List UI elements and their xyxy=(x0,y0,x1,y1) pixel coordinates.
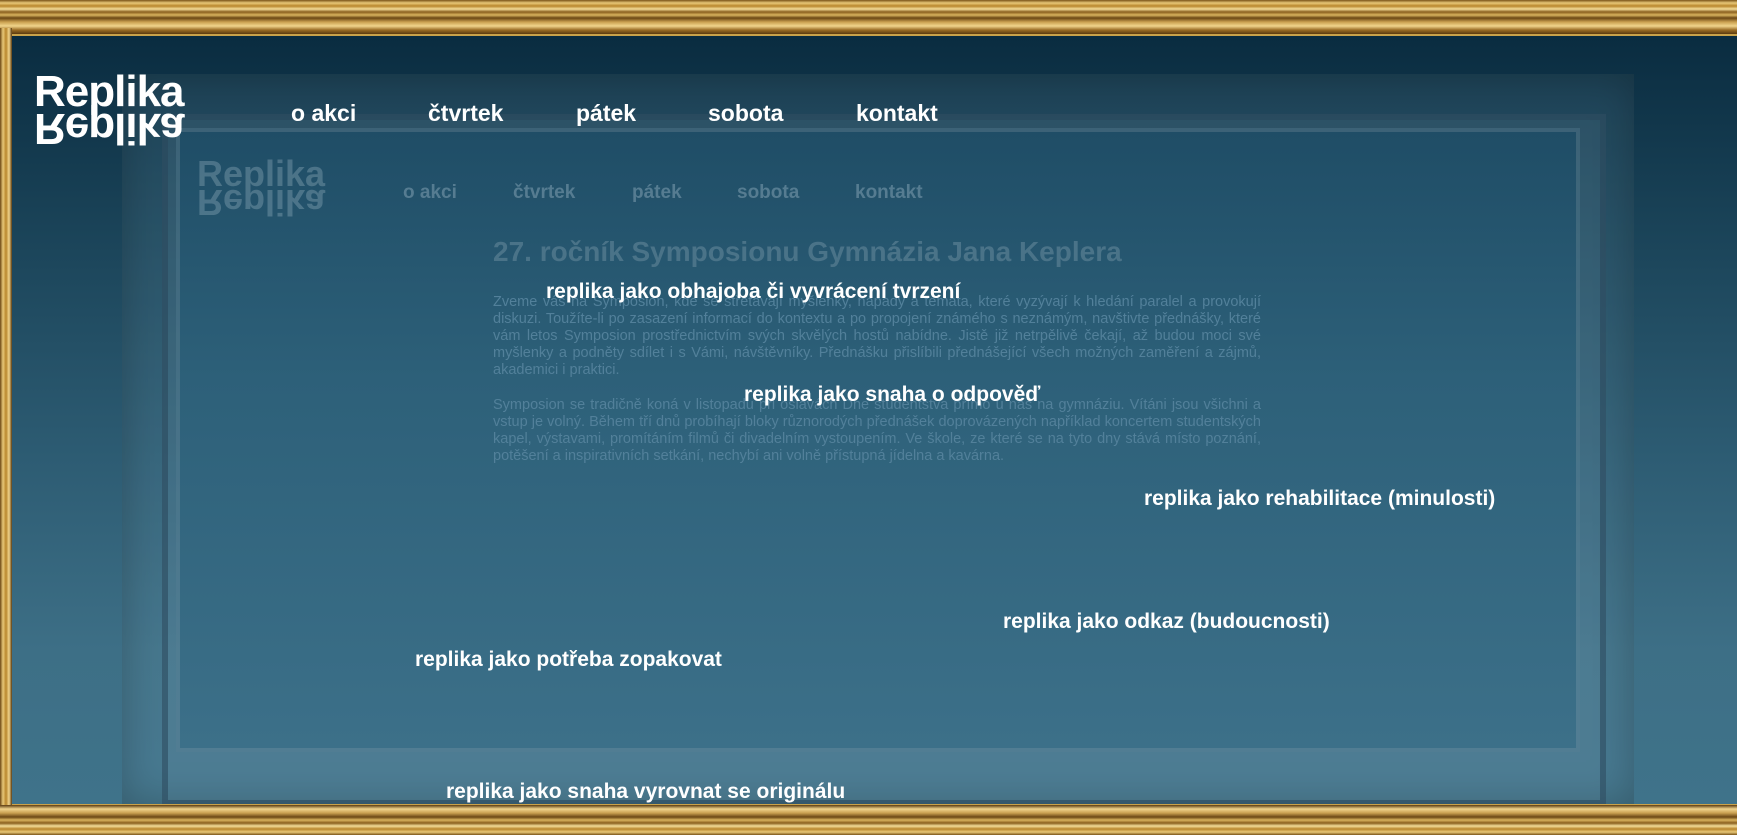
ghost-nav-sobota: sobota xyxy=(737,182,800,203)
ghost-nav-patek: pátek xyxy=(632,182,682,203)
gold-frame-top xyxy=(0,0,1737,34)
nav-sobota[interactable]: sobota xyxy=(708,100,783,127)
nav-ctvrtek[interactable]: čtvrtek xyxy=(428,100,503,127)
replika-logo[interactable]: Replika Replika xyxy=(34,70,214,154)
phrase-zopakovat[interactable]: replika jako potřeba zopakovat xyxy=(415,648,722,672)
nav-kontakt[interactable]: kontakt xyxy=(856,100,938,127)
gold-frame-left xyxy=(0,28,12,808)
article-paragraph-1: Zveme vás na Symposion, kde se střetávaj… xyxy=(493,294,1261,378)
page-background: Replika Replika o akci čtvrtek pátek sob… xyxy=(12,36,1737,804)
article-title: 27. ročník Symposionu Gymnázia Jana Kepl… xyxy=(493,236,1122,267)
ghost-nav-kontakt: kontakt xyxy=(855,182,923,203)
phrase-originalu[interactable]: replika jako snaha vyrovnat se originálu xyxy=(446,780,845,804)
ghost-nav-ctvrtek: čtvrtek xyxy=(513,182,576,203)
phrase-obhajoba[interactable]: replika jako obhajoba či vyvrácení tvrze… xyxy=(546,280,960,304)
ghost-logo-bottom: Replika xyxy=(197,182,326,223)
nav-patek[interactable]: pátek xyxy=(576,100,636,127)
logo-text-bottom: Replika xyxy=(34,104,184,153)
article-paragraph-2: Symposion se tradičně koná v listopadu p… xyxy=(493,397,1261,464)
article: 27. ročník Symposionu Gymnázia Jana Kepl… xyxy=(493,236,1261,483)
gold-frame-bottom xyxy=(0,805,1737,835)
phrase-rehabilitace[interactable]: replika jako rehabilitace (minulosti) xyxy=(1144,487,1495,511)
phrase-odkaz[interactable]: replika jako odkaz (budoucnosti) xyxy=(1003,610,1330,634)
nav-o-akci[interactable]: o akci xyxy=(291,100,356,127)
ghost-nav-o-akci: o akci xyxy=(403,182,457,203)
ghost-logo: Replika Replika xyxy=(197,156,347,226)
phrase-odpoved[interactable]: replika jako snaha o odpověď xyxy=(744,383,1040,407)
